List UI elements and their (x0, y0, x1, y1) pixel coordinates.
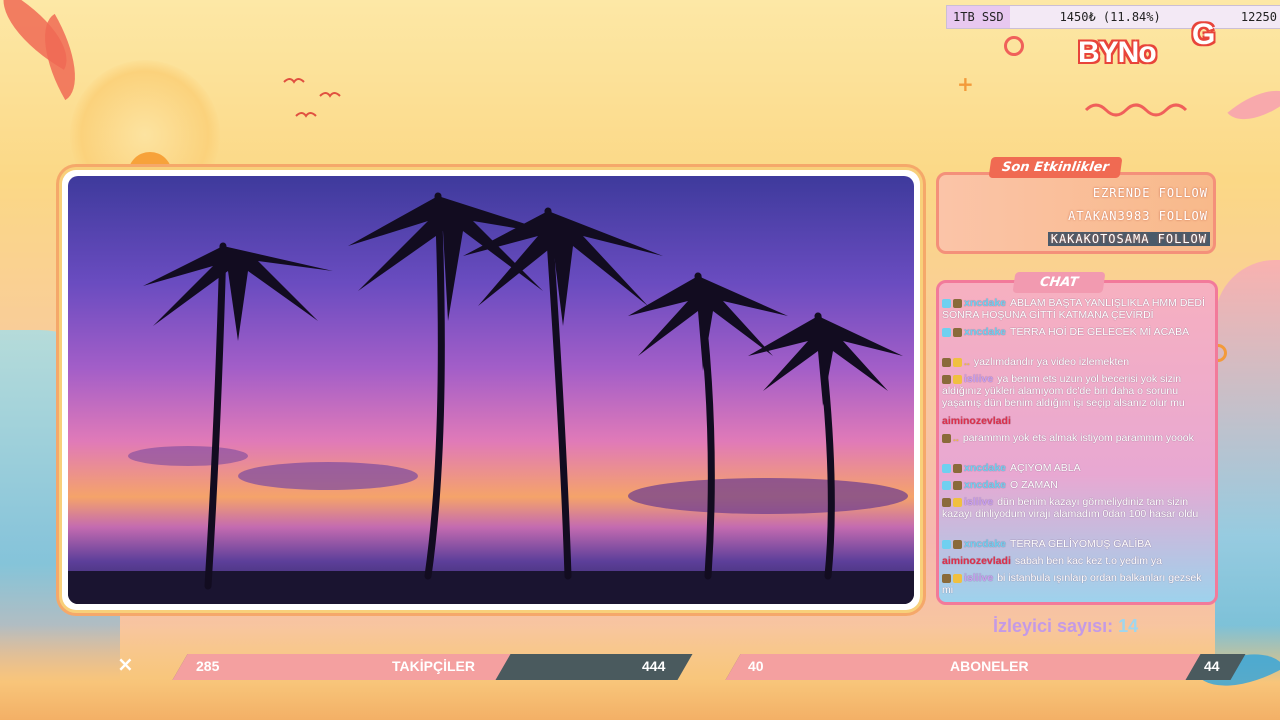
followers-goal: 444 (642, 658, 666, 674)
price-text: 1450₺ (11.84%) (1059, 10, 1161, 24)
badge-icon (953, 539, 962, 549)
chat-message: xncdake TERRA HOİ DE GELECEK Mİ ACABA (942, 326, 1214, 338)
chat-username: isliive (964, 496, 994, 508)
chat-message: xncdake AÇIYOM ABLA (942, 462, 1214, 474)
badge-icon (942, 573, 951, 583)
chat-text: sabah ben kac kez t.o yedim ya (1014, 555, 1162, 567)
badge-icon (953, 480, 962, 490)
chat-username: aiminozevladi (942, 555, 1011, 567)
badge-icon (953, 573, 962, 583)
viewer-label: İzleyici sayısı: (993, 616, 1114, 636)
chat-username: .. (953, 432, 959, 444)
chat-message: xncdake O ZAMAN (942, 479, 1214, 491)
brand-logo: BYNo (1078, 36, 1157, 69)
chat-username: xncdake (964, 538, 1007, 550)
palm-silhouettes (68, 192, 914, 604)
plus-decoration: × (117, 652, 134, 676)
chat-username: xncdake (964, 297, 1007, 309)
badge-icon (942, 433, 951, 443)
badge-icon (953, 327, 962, 337)
chat-text: O ZAMAN (1010, 479, 1058, 491)
stream-video (68, 176, 914, 604)
chat-username: xncdake (964, 479, 1007, 491)
recent-events-title: Son Etkinlikler (988, 157, 1123, 178)
event-item: ATAKAN3983 FOLLOW (1068, 209, 1208, 223)
chat-username: .. (964, 356, 970, 368)
storage-label: 1TB SSD (947, 6, 1010, 28)
chat-text: TERRA HOİ DE GELECEK Mİ ACABA (1010, 326, 1190, 338)
subscribers-label: ABONELER (950, 658, 1029, 674)
chat-title: CHAT (1012, 272, 1106, 293)
chat-username: isliive (964, 572, 994, 584)
badge-icon (953, 357, 962, 367)
palm-leaf-decoration (1227, 74, 1280, 136)
badge-icon (953, 298, 962, 308)
chat-text: TERRA GELİYOMUŞ GALİBA (1010, 538, 1152, 550)
badge-icon (942, 539, 951, 549)
viewer-count: İzleyici sayısı: 14 (993, 616, 1138, 637)
ring-decoration (1004, 36, 1024, 56)
chat-message: isliive ya benim ets uzun yol becerisi yo… (942, 373, 1214, 409)
chat-message: xncdake TERRA GELİYOMUŞ GALİBA (942, 538, 1214, 550)
subscribers-goal: 44 (1204, 658, 1220, 674)
badge-icon (942, 463, 951, 473)
plus-decoration: + (957, 72, 974, 96)
chat-message: .. yazlımdandır ya video izlemekten (942, 356, 1214, 368)
chat-text: AÇIYOM ABLA (1010, 462, 1081, 474)
event-item: EZRENDE FOLLOW (1092, 186, 1208, 200)
chat-text: parammm yok ets almak istiyom parammm yo… (962, 432, 1194, 444)
squiggle-decoration (1084, 103, 1188, 117)
stats-top-bar: 1TB SSD 1450₺ (11.84%) 12250 (946, 5, 1280, 29)
followers-label: TAKİPÇİLER (392, 658, 475, 674)
chat-message: xncdake ABLAM BAŞTA YANLIŞLIKLA HMM DEDİ … (942, 297, 1214, 321)
badge-icon (953, 463, 962, 473)
chat-message: .. parammm yok ets almak istiyom parammm … (942, 432, 1214, 444)
badge-icon (942, 298, 951, 308)
chat-message: isliive dün benim kazayı görmeliydiniz ta… (942, 496, 1214, 520)
brand-logo-letter: G (1192, 18, 1216, 51)
chat-username: aiminozevladi (942, 415, 1011, 427)
badge-icon (942, 480, 951, 490)
chat-username: isliive (964, 373, 994, 385)
followers-current: 285 (196, 658, 220, 674)
chat-text: yazlımdandır ya video izlemekten (973, 356, 1130, 368)
birds-decoration (283, 78, 341, 118)
badge-icon (953, 497, 962, 507)
event-item-highlighted: KAKAKOTOSAMA FOLLOW (1047, 232, 1210, 246)
badge-icon (942, 327, 951, 337)
badge-icon (942, 374, 951, 384)
subscribers-current: 40 (748, 658, 764, 674)
chat-username: xncdake (964, 326, 1007, 338)
viewer-number: 14 (1118, 616, 1139, 636)
chat-message: aiminozevladi sabah ben kac kez t.o yedim… (942, 555, 1214, 567)
right-value: 12250 (1240, 10, 1277, 24)
chat-username: xncdake (964, 462, 1007, 474)
chat-message: isliive bi istanbula ışınlaıp ordan balka… (942, 572, 1214, 596)
chat-message: aiminozevladi (942, 415, 1214, 427)
badge-icon (942, 497, 951, 507)
badge-icon (953, 374, 962, 384)
badge-icon (942, 357, 951, 367)
